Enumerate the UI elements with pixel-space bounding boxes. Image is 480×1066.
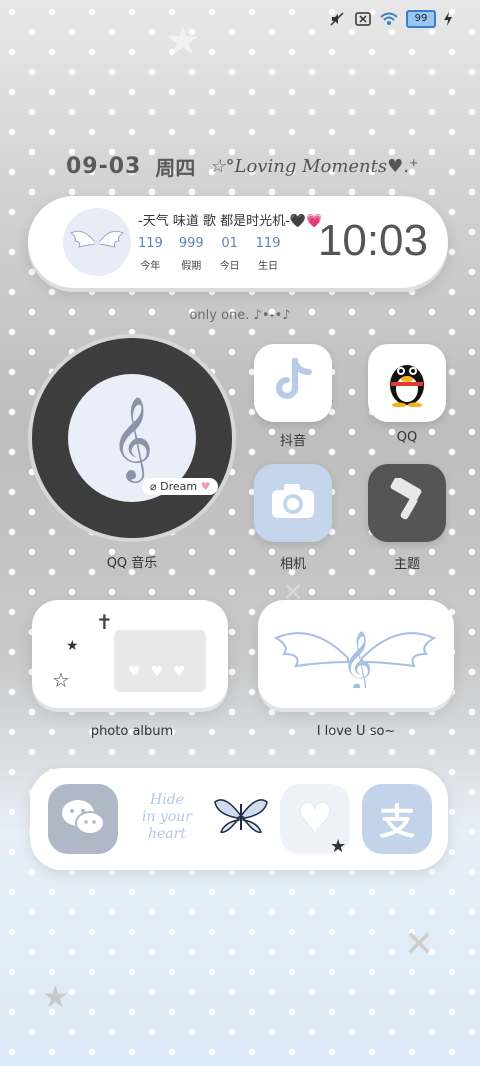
stat-holiday: 999 假期 — [179, 236, 204, 272]
heart-icon: ♥ — [128, 664, 141, 680]
dream-badge: ⌀ Dream ♥ — [142, 478, 219, 495]
tagline-text: ☆°Loving Moments♥.⁺ — [209, 156, 419, 177]
qq-music-widget[interactable]: 𝄞 ⌀ Dream ♥ — [32, 338, 232, 538]
love-widget[interactable]: 𝄞 — [258, 600, 454, 708]
dream-badge-text: Dream — [160, 480, 198, 493]
widget-tagline: -天气 味道 歌 都是时光机-🖤💗 — [138, 214, 323, 229]
heart-bubble-icon: ♥ — [297, 796, 333, 842]
stat-today: 01 今日 — [220, 236, 240, 272]
app-douyin-label: 抖音 — [279, 434, 306, 449]
x-decoration-icon: ✕ — [404, 924, 435, 965]
star-black-icon: ★ — [66, 638, 79, 654]
alipay-icon: 支 — [378, 802, 415, 843]
envelope-icon: ♥ ♥ ♥ — [114, 630, 206, 692]
hide-line-3: heart — [148, 826, 186, 842]
stat-label: 今日 — [219, 261, 240, 272]
wifi-icon — [380, 11, 398, 27]
stat-year: 119 今年 — [138, 236, 163, 272]
app-theme[interactable] — [368, 464, 446, 542]
app-alipay[interactable]: 支 — [362, 784, 432, 854]
cross-icon: ✝ — [96, 610, 113, 634]
hearts-row: ♥ ♥ ♥ — [128, 664, 186, 680]
status-bar: 99 — [328, 10, 452, 28]
hide-line-2: in your — [142, 809, 192, 825]
butterfly-icon — [211, 794, 271, 844]
wechat-icon — [60, 797, 106, 841]
star-black-icon: ★ — [330, 836, 347, 857]
camera-icon — [270, 482, 316, 524]
love-widget-label: I love U so~ — [316, 724, 396, 739]
app-qq-label: QQ — [396, 430, 418, 445]
stat-number: 999 — [178, 236, 204, 251]
qq-music-label: QQ 音乐 — [106, 556, 158, 571]
stat-label: 生日 — [258, 261, 279, 272]
date-row: 09-03 周四 ☆°Loving Moments♥.⁺ — [66, 152, 418, 181]
mute-icon — [328, 11, 346, 27]
qq-penguin-icon — [385, 355, 429, 411]
star-outline-icon: ☆ — [52, 668, 70, 692]
app-theme-label: 主题 — [393, 557, 420, 572]
heart-icon: ♥ — [173, 664, 186, 680]
spiral-icon: ⌀ — [150, 480, 161, 493]
star-decoration-icon: ★ — [42, 980, 69, 1015]
photo-album-widget[interactable]: ✝ ★ ☆ ♥ ♥ ♥ — [32, 600, 228, 708]
stat-birthday: 119 生日 — [256, 236, 281, 272]
photo-album-label: photo album — [90, 724, 174, 739]
stat-number: 01 — [221, 236, 238, 251]
angel-wings-avatar-icon — [63, 208, 131, 276]
app-qq[interactable] — [368, 344, 446, 422]
hide-line-1: Hide — [150, 792, 184, 808]
douyin-icon — [273, 357, 313, 408]
weekday-text: 周四 — [155, 156, 196, 180]
app-camera-label: 相机 — [279, 557, 306, 572]
pink-heart-icon: ♥ — [197, 480, 211, 493]
app-camera[interactable] — [254, 464, 332, 542]
app-wechat[interactable] — [48, 784, 118, 854]
date-text: 09-03 — [66, 154, 142, 179]
stat-number: 119 — [255, 236, 281, 251]
time-countdown-widget[interactable]: -天气 味道 歌 都是时光机-🖤💗 119 今年 999 假期 01 今日 11… — [28, 196, 448, 288]
butterfly-widget[interactable] — [206, 784, 276, 854]
sim-blocked-icon — [354, 11, 372, 27]
svg-text:𝄞: 𝄞 — [342, 631, 373, 688]
star-decoration-icon: ★ — [165, 18, 201, 64]
app-douyin[interactable] — [254, 344, 332, 422]
hide-in-your-heart-widget[interactable]: Hide in your heart — [142, 792, 192, 843]
charging-icon — [444, 11, 452, 27]
subtitle-text: only one. ♪•˖•♪ — [189, 308, 291, 323]
stat-number: 119 — [138, 236, 163, 251]
stat-label: 今年 — [140, 261, 161, 272]
heart-icon: ♥ — [150, 664, 164, 680]
dock: Hide in your heart ♥ ★ 支 — [30, 768, 448, 870]
clock-time: 10:03 — [317, 216, 428, 265]
x-decoration-icon: ✕ — [282, 578, 304, 608]
stats-row: 119 今年 999 假期 01 今日 119 生日 — [138, 236, 280, 272]
stat-label: 假期 — [181, 261, 202, 272]
battery-icon: 99 — [406, 10, 436, 28]
theme-brush-icon — [385, 476, 429, 528]
winged-clef-icon: 𝄞 — [272, 618, 438, 688]
